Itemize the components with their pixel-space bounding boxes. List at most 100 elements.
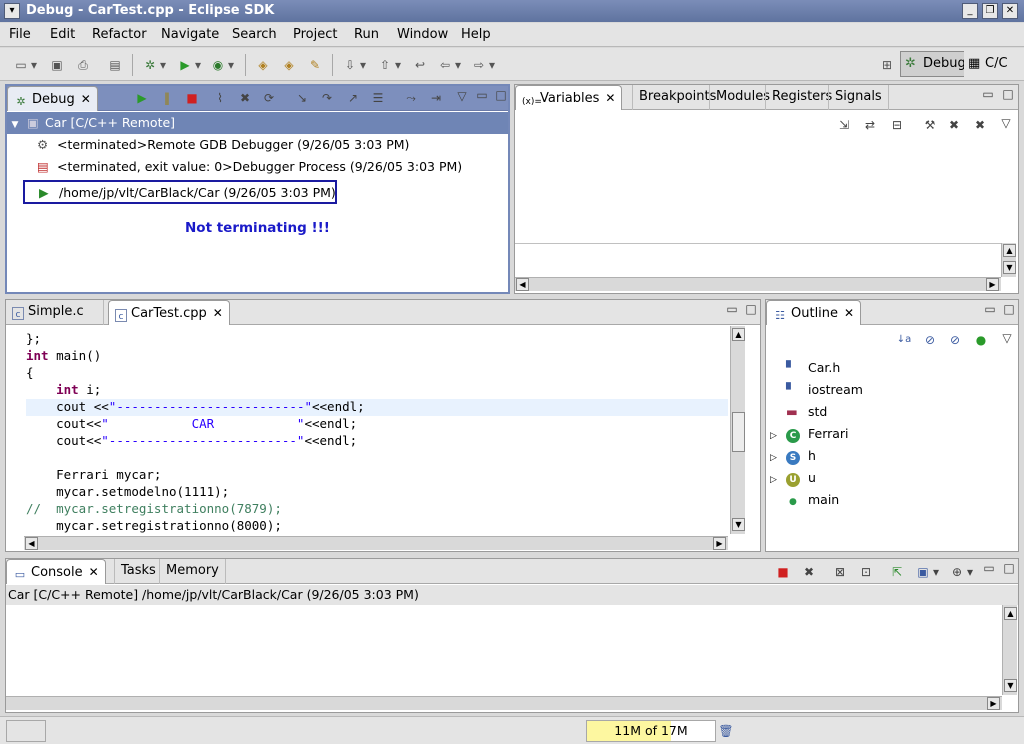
maximize-icon[interactable]: □ bbox=[1001, 301, 1017, 317]
outline-item[interactable]: ● main bbox=[786, 489, 839, 511]
add-global-icon[interactable]: ⚒ bbox=[922, 117, 938, 133]
editor-horizontal-scrollbar[interactable]: ◀ ▶ bbox=[24, 536, 728, 550]
disconnect-icon[interactable]: ⌇ bbox=[212, 90, 228, 106]
heap-status[interactable]: 11M of 17M bbox=[586, 720, 716, 742]
prev-annotation-icon[interactable]: ⇧ bbox=[376, 56, 394, 74]
terminate-icon[interactable]: ■ bbox=[775, 564, 791, 580]
tab-cartest-cpp[interactable]: c CarTest.cpp ✕ bbox=[108, 300, 230, 325]
tab-variables[interactable]: (x)=Variables ✕ bbox=[515, 85, 623, 110]
clear-console-icon[interactable]: ⊠ bbox=[832, 564, 848, 580]
last-edit-icon[interactable]: ↩ bbox=[411, 56, 429, 74]
binary-icon[interactable]: ▤ bbox=[106, 56, 124, 74]
outline-item[interactable]: ▬ std bbox=[786, 401, 827, 423]
minimize-icon[interactable]: ▭ bbox=[982, 301, 998, 317]
menu-run[interactable]: Run bbox=[354, 27, 379, 42]
hide-nonpublic-icon[interactable]: ● bbox=[973, 332, 989, 348]
tab-debug[interactable]: ✲ Debug ✕ bbox=[7, 86, 98, 111]
chevron-down-icon[interactable]: ▾ bbox=[453, 56, 463, 74]
instruction-step-icon[interactable]: ☰ bbox=[370, 90, 386, 106]
scroll-right-icon[interactable]: ▶ bbox=[713, 537, 726, 550]
console-vertical-scrollbar[interactable]: ▲ ▼ bbox=[1002, 605, 1017, 695]
open-perspective-icon[interactable]: ⊞ bbox=[878, 56, 896, 74]
show-types-icon[interactable]: ⇲ bbox=[836, 117, 852, 133]
scroll-down-icon[interactable]: ▼ bbox=[1003, 261, 1016, 274]
chevron-down-icon[interactable]: ▾ bbox=[158, 56, 168, 74]
pin-console-icon[interactable]: ⇱ bbox=[889, 564, 905, 580]
expand-icon[interactable]: ▷ bbox=[770, 425, 786, 447]
expand-icon[interactable]: ▷ bbox=[770, 447, 786, 469]
new-icon[interactable]: ▭ bbox=[12, 56, 30, 74]
relaunch-icon[interactable]: ⟳ bbox=[261, 90, 277, 106]
tab-memory[interactable]: Memory bbox=[159, 559, 226, 584]
open-type-icon[interactable]: ◈ bbox=[254, 56, 272, 74]
external-tools-icon[interactable]: ◉ bbox=[209, 56, 227, 74]
minimize-icon[interactable]: ▭ bbox=[474, 87, 490, 103]
window-menu-icon[interactable]: ▾ bbox=[4, 3, 20, 19]
hide-fields-icon[interactable]: ⊘ bbox=[922, 332, 938, 348]
menu-file[interactable]: File bbox=[9, 27, 31, 42]
next-annotation-icon[interactable]: ⇩ bbox=[341, 56, 359, 74]
maximize-icon[interactable]: □ bbox=[743, 301, 759, 317]
forward-icon[interactable]: ⇨ bbox=[470, 56, 488, 74]
menu-project[interactable]: Project bbox=[293, 27, 337, 42]
terminate-icon[interactable]: ■ bbox=[184, 90, 200, 106]
scroll-up-icon[interactable]: ▲ bbox=[732, 328, 745, 341]
open-console-icon[interactable]: ⊕ bbox=[949, 564, 965, 580]
editor-vertical-scrollbar[interactable]: ▲ ▼ bbox=[730, 326, 745, 534]
outline-item[interactable]: ▷ Uu bbox=[770, 467, 816, 489]
resume-icon[interactable]: ▶ bbox=[134, 90, 150, 106]
close-icon[interactable]: ✕ bbox=[89, 565, 99, 579]
close-icon[interactable]: ✕ bbox=[81, 92, 91, 106]
scroll-right-icon[interactable]: ▶ bbox=[987, 697, 1000, 710]
hide-static-icon[interactable]: ⊘ bbox=[947, 332, 963, 348]
step-over-icon[interactable]: ↷ bbox=[319, 90, 335, 106]
console-output[interactable] bbox=[6, 605, 1002, 695]
menu-help[interactable]: Help bbox=[461, 27, 491, 42]
minimize-icon[interactable]: ▭ bbox=[981, 560, 997, 576]
scroll-left-icon[interactable]: ◀ bbox=[25, 537, 38, 550]
close-window-icon[interactable]: ✕ bbox=[1002, 3, 1018, 19]
process-tree-item[interactable]: ▤ <terminated, exit value: 0>Debugger Pro… bbox=[37, 156, 462, 178]
save-icon[interactable]: ▣ bbox=[48, 56, 66, 74]
menu-window[interactable]: Window bbox=[397, 27, 448, 42]
chevron-down-icon[interactable]: ▾ bbox=[358, 56, 368, 74]
tab-console[interactable]: ▭ Console ✕ bbox=[6, 559, 106, 584]
debug-icon[interactable]: ✲ bbox=[141, 56, 159, 74]
chevron-down-icon[interactable]: ▾ bbox=[29, 56, 39, 74]
tab-tasks[interactable]: Tasks bbox=[114, 559, 162, 584]
minimize-icon[interactable]: ▭ bbox=[724, 301, 740, 317]
back-icon[interactable]: ⇦ bbox=[436, 56, 454, 74]
search-icon[interactable]: ✎ bbox=[306, 56, 324, 74]
close-icon[interactable]: ✕ bbox=[844, 306, 854, 320]
debugger-tree-item[interactable]: ⚙ <terminated>Remote GDB Debugger (9/26/0… bbox=[37, 134, 409, 156]
scroll-down-icon[interactable]: ▼ bbox=[732, 518, 745, 531]
scroll-left-icon[interactable]: ◀ bbox=[516, 278, 529, 291]
scroll-right-icon[interactable]: ▶ bbox=[986, 278, 999, 291]
running-process-tree-item[interactable]: ▶/home/jp/vlt/CarBlack/Car (9/26/05 3:03… bbox=[23, 180, 337, 204]
expand-icon[interactable]: ▼ bbox=[7, 114, 23, 136]
show-logical-icon[interactable]: ⇄ bbox=[862, 117, 878, 133]
sort-icon[interactable]: ↓a bbox=[896, 332, 912, 348]
collapse-all-icon[interactable]: ⊟ bbox=[889, 117, 905, 133]
print-icon[interactable]: ⎙ bbox=[74, 56, 92, 74]
step-into-icon[interactable]: ↘ bbox=[294, 90, 310, 106]
suspend-icon[interactable]: ‖ bbox=[159, 90, 175, 106]
menu-edit[interactable]: Edit bbox=[50, 27, 75, 42]
remove-all-globals-icon[interactable]: ✖ bbox=[972, 117, 988, 133]
chevron-down-icon[interactable]: ▾ bbox=[965, 564, 975, 580]
outline-item[interactable]: ▘ Car.h bbox=[786, 357, 840, 379]
minimize-icon[interactable]: ▭ bbox=[980, 86, 996, 102]
menu-navigate[interactable]: Navigate bbox=[161, 27, 219, 42]
chevron-down-icon[interactable]: ▾ bbox=[393, 56, 403, 74]
step-return-icon[interactable]: ↗ bbox=[345, 90, 361, 106]
close-icon[interactable]: ✕ bbox=[213, 306, 223, 320]
view-menu-icon[interactable]: ▽ bbox=[999, 330, 1015, 346]
menu-search[interactable]: Search bbox=[232, 27, 277, 42]
scroll-up-icon[interactable]: ▲ bbox=[1004, 607, 1017, 620]
chevron-down-icon[interactable]: ▾ bbox=[487, 56, 497, 74]
remove-terminated-icon[interactable]: ✖ bbox=[237, 90, 253, 106]
view-menu-icon[interactable]: ▽ bbox=[998, 115, 1014, 131]
drop-to-frame-icon[interactable]: ⤳ bbox=[403, 90, 419, 106]
details-vertical-scrollbar[interactable]: ▲ ▼ bbox=[1001, 243, 1016, 277]
trash-icon[interactable]: 🗑 bbox=[718, 723, 734, 739]
